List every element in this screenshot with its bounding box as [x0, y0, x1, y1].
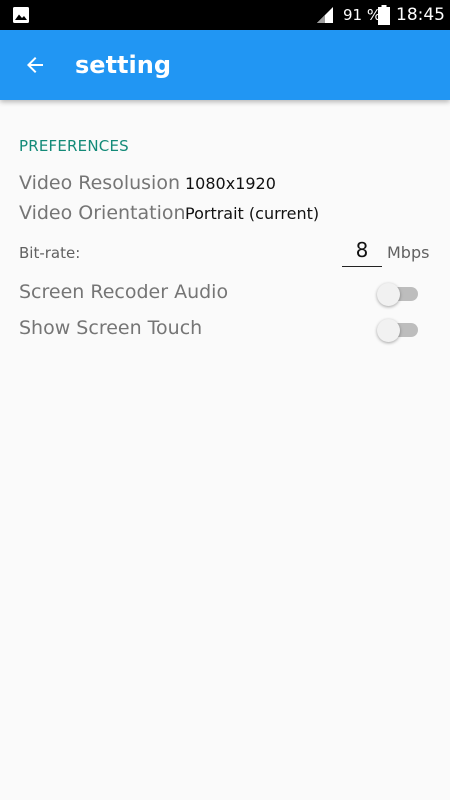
- video-resolution-label: Video Resolusion: [19, 172, 180, 194]
- back-button[interactable]: [14, 44, 56, 86]
- show-touch-toggle[interactable]: [376, 315, 420, 345]
- video-orientation-label: Video Orientation: [19, 202, 186, 224]
- screen-audio-toggle[interactable]: [376, 279, 420, 309]
- bitrate-input[interactable]: 8: [342, 236, 382, 267]
- bitrate-unit: Mbps: [387, 243, 430, 262]
- arrow-back-icon: [27, 57, 43, 73]
- status-bar: 91 % 18:45: [0, 0, 450, 30]
- page-title: setting: [75, 51, 171, 79]
- gallery-icon: [13, 7, 29, 23]
- signal-icon: [317, 7, 333, 23]
- video-orientation-value[interactable]: Portrait (current): [185, 202, 319, 226]
- status-clock: 18:45: [396, 5, 445, 25]
- bitrate-label: Bit-rate:: [19, 244, 81, 262]
- section-header-preferences: PREFERENCES: [19, 137, 129, 155]
- battery-percentage: 91 %: [343, 6, 382, 24]
- show-touch-label: Show Screen Touch: [19, 317, 203, 339]
- toggle-thumb: [377, 283, 400, 306]
- video-resolution-value[interactable]: 1080x1920: [185, 172, 276, 196]
- screen-audio-label: Screen Recoder Audio: [19, 281, 229, 303]
- battery-icon: [378, 5, 390, 25]
- toggle-thumb: [377, 319, 400, 342]
- app-bar: setting: [0, 30, 450, 100]
